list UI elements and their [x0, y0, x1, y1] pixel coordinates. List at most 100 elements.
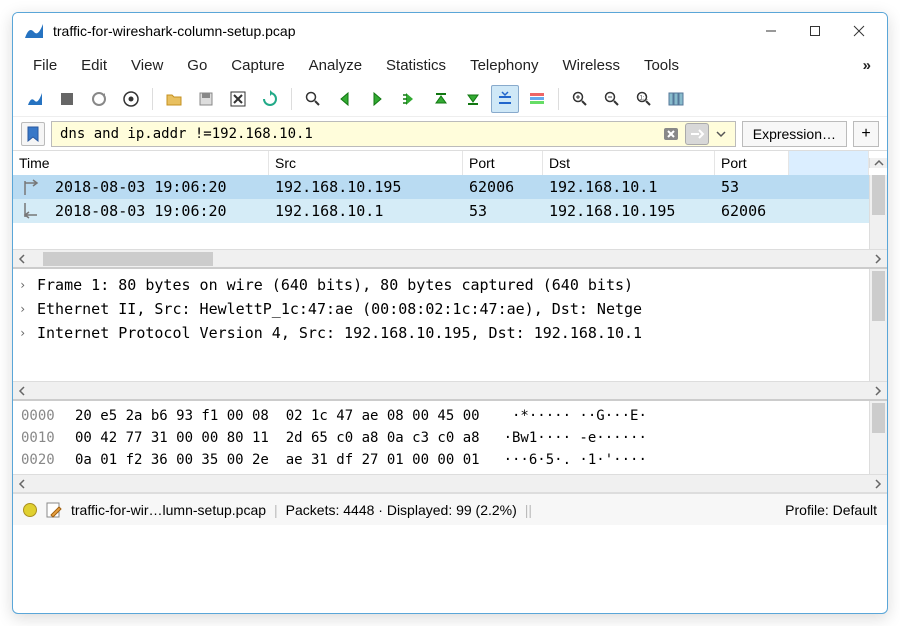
go-to-packet-icon[interactable] — [395, 85, 423, 113]
status-profile[interactable]: Profile: Default — [785, 502, 877, 518]
expand-icon[interactable]: › — [19, 302, 37, 316]
bytes-row[interactable]: 001000 42 77 31 00 00 80 11 2d 65 c0 a8 … — [21, 427, 879, 449]
maximize-button[interactable] — [793, 16, 837, 46]
conversation-marker-icon — [13, 203, 49, 219]
column-header-extra[interactable] — [789, 151, 869, 175]
zoom-reset-icon[interactable]: 1:1 — [630, 85, 658, 113]
filter-dropdown-icon[interactable] — [709, 123, 733, 145]
window-controls — [749, 16, 881, 46]
menu-telephony[interactable]: Telephony — [458, 53, 550, 78]
menu-tools[interactable]: Tools — [632, 53, 691, 78]
column-header-sport[interactable]: Port — [463, 151, 543, 175]
packet-list-body[interactable]: 2018-08-03 19:06:20 192.168.10.195 62006… — [13, 175, 887, 249]
scroll-left-icon[interactable] — [13, 250, 31, 268]
menu-go[interactable]: Go — [175, 53, 219, 78]
menu-edit[interactable]: Edit — [69, 53, 119, 78]
bytes-body[interactable]: 000020 e5 2a b6 93 f1 00 08 02 1c 47 ae … — [13, 401, 887, 474]
minimize-button[interactable] — [749, 16, 793, 46]
cell-dst: 192.168.10.1 — [543, 178, 715, 196]
details-row[interactable]: ›Internet Protocol Version 4, Src: 192.1… — [13, 321, 887, 345]
column-header-dport[interactable]: Port — [715, 151, 789, 175]
menu-view[interactable]: View — [119, 53, 175, 78]
cell-dst: 192.168.10.195 — [543, 202, 715, 220]
save-file-icon[interactable] — [192, 85, 220, 113]
packet-list-hscroll[interactable] — [13, 249, 887, 267]
colorize-icon[interactable] — [523, 85, 551, 113]
bytes-hscroll[interactable] — [13, 474, 887, 492]
cell-dport: 62006 — [715, 202, 789, 220]
expand-icon[interactable]: › — [19, 326, 37, 340]
menu-capture[interactable]: Capture — [219, 53, 296, 78]
display-filter-input[interactable]: dns and ip.addr !=192.168.10.1 — [51, 121, 736, 147]
go-last-icon[interactable] — [459, 85, 487, 113]
details-hscroll[interactable] — [13, 381, 887, 399]
status-packets: Packets: 4448 · Displayed: 99 (2.2%) — [286, 502, 517, 518]
start-capture-icon[interactable] — [21, 85, 49, 113]
close-button[interactable] — [837, 16, 881, 46]
menu-overflow[interactable]: » — [855, 53, 879, 78]
details-row[interactable]: ›Frame 1: 80 bytes on wire (640 bits), 8… — [13, 273, 887, 297]
filter-toolbar: dns and ip.addr !=192.168.10.1 Expressio… — [13, 117, 887, 151]
bytes-vscroll[interactable] — [869, 401, 887, 474]
scroll-left-icon[interactable] — [13, 475, 31, 493]
menu-file[interactable]: File — [21, 53, 69, 78]
cell-sport: 62006 — [463, 178, 543, 196]
clear-filter-icon[interactable] — [659, 123, 683, 145]
expert-info-icon[interactable] — [23, 503, 37, 517]
statusbar: traffic-for-wir…lumn-setup.pcap | Packet… — [13, 493, 887, 525]
scroll-right-icon[interactable] — [869, 475, 887, 493]
restart-capture-icon[interactable] — [85, 85, 113, 113]
close-file-icon[interactable] — [224, 85, 252, 113]
autoscroll-icon[interactable] — [491, 85, 519, 113]
expression-button[interactable]: Expression… — [742, 121, 847, 147]
app-window: traffic-for-wireshark-column-setup.pcap … — [12, 12, 888, 614]
zoom-in-icon[interactable] — [566, 85, 594, 113]
filter-text: dns and ip.addr !=192.168.10.1 — [60, 126, 659, 142]
scroll-up-icon[interactable] — [869, 158, 887, 168]
add-filter-button[interactable]: + — [853, 121, 879, 147]
packet-list-vscroll[interactable] — [869, 175, 887, 249]
packet-bytes-pane: 000020 e5 2a b6 93 f1 00 08 02 1c 47 ae … — [13, 401, 887, 493]
conversation-marker-icon — [13, 179, 49, 195]
apply-filter-icon[interactable] — [685, 123, 709, 145]
window-title: traffic-for-wireshark-column-setup.pcap — [53, 23, 749, 39]
packet-list-pane: Time Src Port Dst Port 2018-08-03 19:06:… — [13, 151, 887, 269]
cell-dport: 53 — [715, 178, 789, 196]
scroll-right-icon[interactable] — [869, 250, 887, 268]
cell-src: 192.168.10.195 — [269, 178, 463, 196]
go-forward-icon[interactable] — [363, 85, 391, 113]
scroll-right-icon[interactable] — [869, 382, 887, 400]
open-file-icon[interactable] — [160, 85, 188, 113]
details-row[interactable]: ›Ethernet II, Src: HewlettP_1c:47:ae (00… — [13, 297, 887, 321]
edit-note-icon[interactable] — [45, 501, 63, 519]
scroll-left-icon[interactable] — [13, 382, 31, 400]
cell-sport: 53 — [463, 202, 543, 220]
cell-src: 192.168.10.1 — [269, 202, 463, 220]
bookmark-icon[interactable] — [21, 122, 45, 146]
bytes-row[interactable]: 00200a 01 f2 36 00 35 00 2e ae 31 df 27 … — [21, 449, 879, 471]
packet-details-pane: ›Frame 1: 80 bytes on wire (640 bits), 8… — [13, 269, 887, 401]
packet-list-header: Time Src Port Dst Port — [13, 151, 887, 175]
details-vscroll[interactable] — [869, 269, 887, 381]
zoom-out-icon[interactable] — [598, 85, 626, 113]
capture-options-icon[interactable] — [117, 85, 145, 113]
menu-analyze[interactable]: Analyze — [297, 53, 374, 78]
column-header-time[interactable]: Time — [13, 151, 269, 175]
menu-wireless[interactable]: Wireless — [550, 53, 632, 78]
find-icon[interactable] — [299, 85, 327, 113]
reload-icon[interactable] — [256, 85, 284, 113]
expand-icon[interactable]: › — [19, 278, 37, 292]
go-back-icon[interactable] — [331, 85, 359, 113]
titlebar: traffic-for-wireshark-column-setup.pcap — [13, 13, 887, 49]
go-first-icon[interactable] — [427, 85, 455, 113]
column-header-src[interactable]: Src — [269, 151, 463, 175]
bytes-row[interactable]: 000020 e5 2a b6 93 f1 00 08 02 1c 47 ae … — [21, 405, 879, 427]
resize-columns-icon[interactable] — [662, 85, 690, 113]
stop-capture-icon[interactable] — [53, 85, 81, 113]
menu-statistics[interactable]: Statistics — [374, 53, 458, 78]
column-header-dst[interactable]: Dst — [543, 151, 715, 175]
packet-row[interactable]: 2018-08-03 19:06:20 192.168.10.195 62006… — [13, 175, 887, 199]
cell-time: 2018-08-03 19:06:20 — [49, 202, 269, 220]
packet-row[interactable]: 2018-08-03 19:06:20 192.168.10.1 53 192.… — [13, 199, 887, 223]
details-body[interactable]: ›Frame 1: 80 bytes on wire (640 bits), 8… — [13, 269, 887, 381]
